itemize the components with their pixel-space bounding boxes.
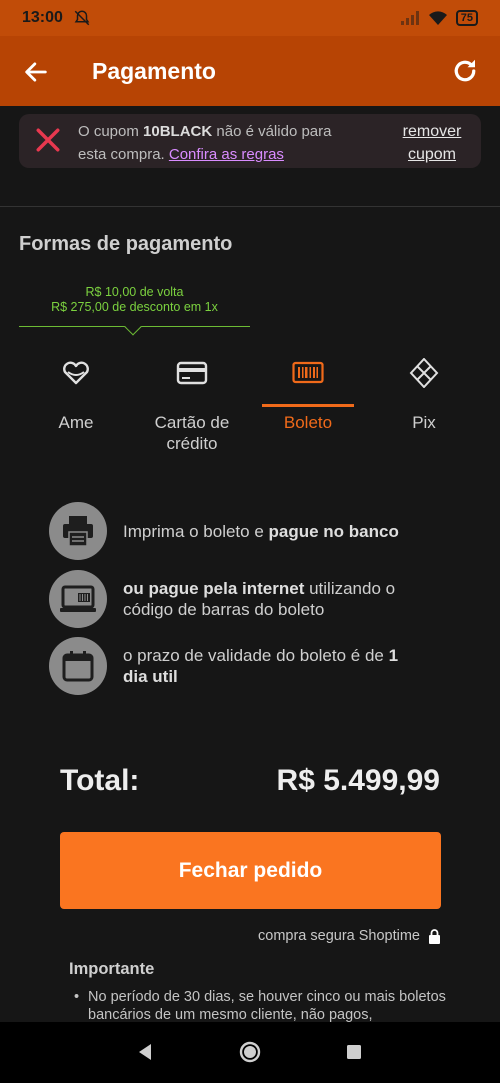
barcode-icon <box>292 361 324 384</box>
info-text: o prazo de validade do boleto é de <box>123 646 389 665</box>
promo-pointer <box>124 318 142 336</box>
important-title: Importante <box>69 960 155 978</box>
wifi-icon <box>428 11 447 25</box>
notifications-off-icon <box>74 10 90 26</box>
tab-label: Ame <box>58 413 94 432</box>
place-order-button[interactable]: Fechar pedido <box>60 832 441 909</box>
pix-icon <box>409 358 439 388</box>
total-value: R$ 5.499,99 <box>276 764 440 797</box>
coupon-message-prefix: O cupom <box>78 123 144 140</box>
printer-icon <box>49 502 107 560</box>
system-nav-bar <box>0 1022 500 1083</box>
info-text-bold: ou pague pela internet <box>123 579 305 598</box>
boleto-info-validity: o prazo de validade do boleto é de 1 dia… <box>49 637 423 695</box>
payment-method-tabs: Ame Cartão de crédito Boleto Pix <box>30 350 492 460</box>
promo-cashback: R$ 10,00 de volta <box>85 285 184 299</box>
lock-icon <box>429 928 440 944</box>
promo-discount: R$ 275,00 de desconto em 1x <box>51 300 218 314</box>
status-time: 13:00 <box>22 9 63 26</box>
status-bar: 13:00 75 <box>0 0 500 36</box>
boleto-info-internet: ou pague pela internet utilizando o códi… <box>49 570 423 628</box>
coupon-rules-link[interactable]: Confira as regras <box>169 146 284 163</box>
tab-boleto[interactable]: Boleto <box>262 350 354 460</box>
page-title: Pagamento <box>92 58 216 84</box>
close-icon <box>36 128 60 152</box>
boleto-info-text: ou pague pela internet utilizando o códi… <box>123 578 423 620</box>
boleto-info-print: Imprima o boleto e pague no banco <box>49 502 423 560</box>
tab-label: Cartão de crédito <box>154 413 230 453</box>
total-label: Total: <box>60 764 140 797</box>
tab-label: Pix <box>412 413 436 432</box>
payment-methods-title: Formas de pagamento <box>19 233 233 255</box>
secure-text: compra segura Shoptime <box>258 928 420 944</box>
back-triangle-icon[interactable] <box>133 1040 157 1064</box>
coupon-message: O cupom 10BLACK não é válido para esta c… <box>78 120 343 166</box>
tab-pix[interactable]: Pix <box>378 350 470 460</box>
recents-square-icon[interactable] <box>342 1040 366 1064</box>
order-total: Total: R$ 5.499,99 <box>60 764 440 804</box>
credit-card-icon <box>176 361 208 385</box>
info-text-bold: pague no banco <box>268 521 399 541</box>
battery-indicator: 75 <box>455 10 478 26</box>
tab-label: Boleto <box>283 413 333 432</box>
important-item: No período de 30 dias, se houver cinco o… <box>74 988 454 1024</box>
boleto-info-text: o prazo de validade do boleto é de 1 dia… <box>123 645 423 687</box>
tab-ame[interactable]: Ame <box>30 350 122 460</box>
refresh-icon[interactable] <box>450 56 480 86</box>
coupon-error-banner: O cupom 10BLACK não é válido para esta c… <box>19 114 481 168</box>
app-bar: Pagamento <box>0 36 500 106</box>
laptop-barcode-icon <box>49 570 107 628</box>
promo-callout: R$ 10,00 de volta R$ 275,00 de desconto … <box>19 285 250 336</box>
info-text: Imprima o boleto e <box>123 521 269 541</box>
heart-icon <box>63 361 89 385</box>
arrow-left-icon[interactable] <box>22 58 50 86</box>
signal-icon <box>400 11 419 25</box>
secure-purchase-note: compra segura Shoptime <box>258 928 441 944</box>
divider <box>0 206 500 207</box>
boleto-info-text: Imprima o boleto e pague no banco <box>123 521 423 542</box>
remove-coupon-link[interactable]: remover cupom <box>387 120 477 166</box>
coupon-code: 10BLACK <box>143 123 213 140</box>
calendar-icon <box>49 637 107 695</box>
tab-credit-card[interactable]: Cartão de crédito <box>146 350 238 460</box>
home-circle-icon[interactable] <box>238 1040 262 1064</box>
